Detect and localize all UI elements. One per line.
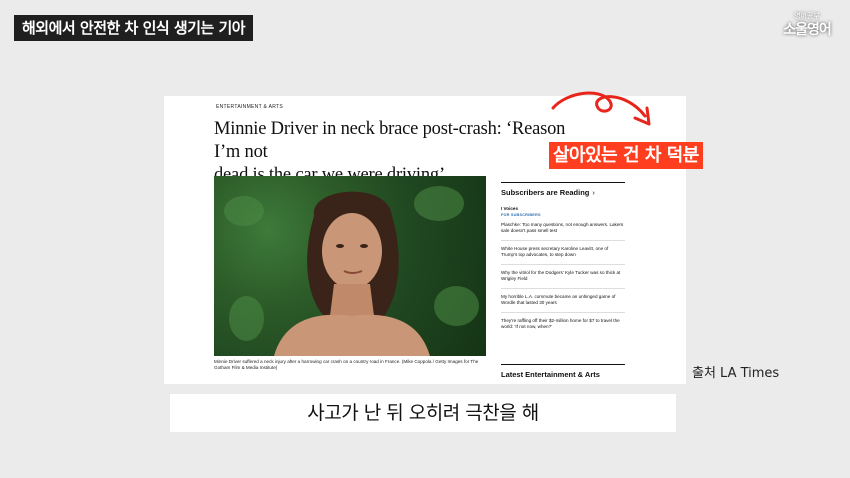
subscribers-sidebar: Subscribers are Reading › I Voices FOR SU… [501, 182, 625, 336]
logo-small-text: 영어공부 [794, 12, 820, 20]
highlight-badge: 살아있는 건 차 덕분 [549, 142, 703, 169]
sidebar-item-text: Plaschke: Too many questions, not enough… [501, 218, 625, 241]
video-title: 해외에서 안전한 차 인식 생기는 기아 [14, 15, 254, 41]
channel-logo: 영어공부 소울영어 [780, 12, 834, 42]
logo-big-text: 소울영어 [783, 22, 832, 38]
sidebar-title-text: Subscribers are Reading [501, 188, 590, 197]
latest-section-title[interactable]: Latest Entertainment & Arts [501, 364, 625, 379]
headline-line-1: Minnie Driver in neck brace post-crash: … [214, 119, 566, 162]
sidebar-item[interactable]: White House press secretary Karoline Lea… [501, 241, 625, 265]
section-label[interactable]: ENTERTAINMENT & ARTS [216, 104, 283, 110]
video-subtitle: 사고가 난 뒤 오히려 극찬을 해 [170, 394, 676, 432]
sidebar-title[interactable]: Subscribers are Reading › [501, 182, 625, 197]
chevron-right-icon: › [592, 188, 595, 197]
article-screenshot: ENTERTAINMENT & ARTS Minnie Driver in ne… [164, 96, 686, 384]
portrait-figure [274, 191, 430, 356]
source-label: 출처 LA Times [692, 366, 780, 381]
sidebar-item[interactable]: They're raffling off their $2-million ho… [501, 313, 625, 336]
red-arrow-icon [551, 91, 651, 126]
photo-caption: Minnie Driver suffered a neck injury aft… [214, 359, 479, 370]
article-photo [214, 176, 486, 356]
sidebar-item[interactable]: My horrible L.A. commute became an unhin… [501, 289, 625, 313]
sidebar-item[interactable]: Why the vitriol for the Dodgers' Kyle Tu… [501, 265, 625, 289]
sidebar-item-plaschke[interactable]: I Voices FOR SUBSCRIBERS Plaschke: Too m… [501, 206, 625, 241]
